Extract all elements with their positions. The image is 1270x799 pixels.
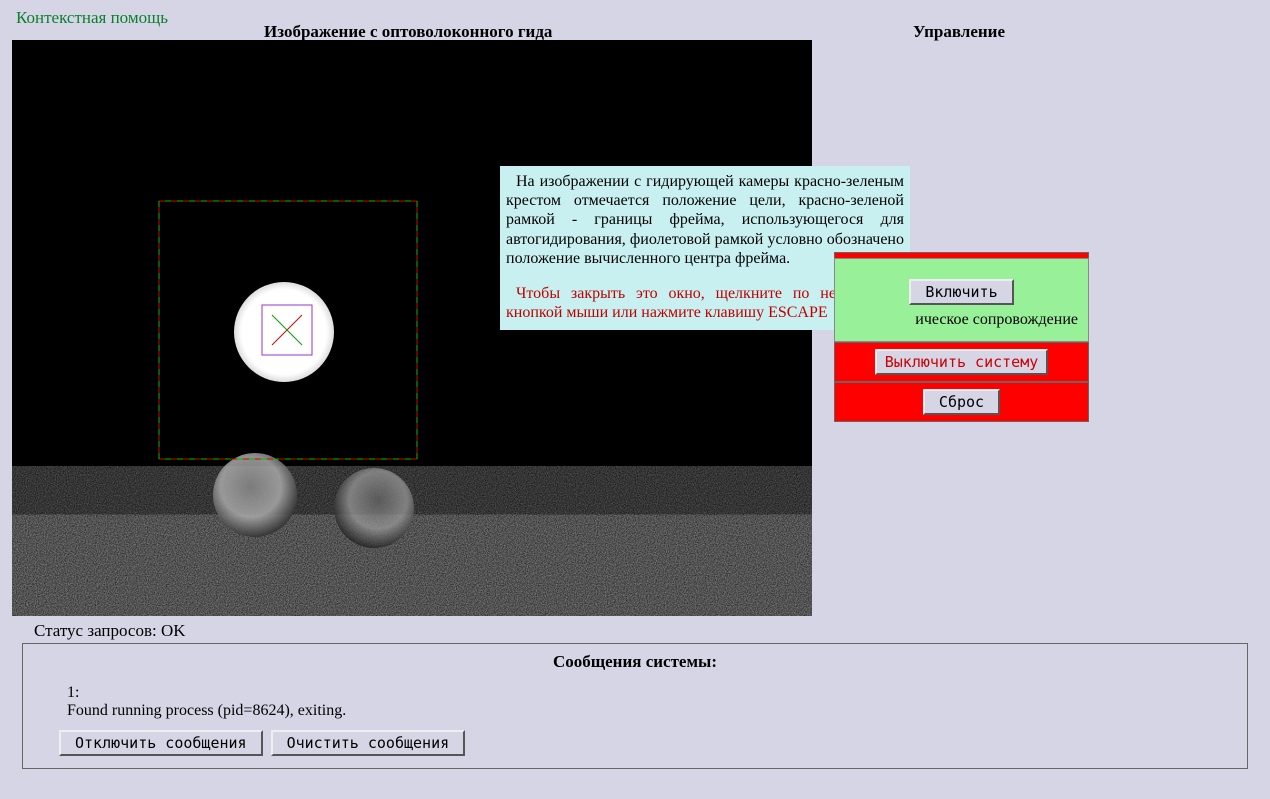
clear-messages-button[interactable]: Очистить сообщения [271, 730, 466, 756]
messages-panel: Сообщения системы: 1: Found running proc… [22, 643, 1248, 769]
control-title: Управление [913, 22, 1005, 42]
status-line: Статус запросов: OK [34, 621, 186, 641]
control-panel: Включить ическое сопровождение Выключить… [834, 252, 1089, 422]
disable-messages-button[interactable]: Отключить сообщения [59, 730, 263, 756]
image-title: Изображение с оптоволоконного гида [264, 22, 552, 42]
enable-button[interactable]: Включить [909, 279, 1013, 305]
message-number: 1: [67, 684, 1231, 702]
message-text: Found running process (pid=8624), exitin… [67, 702, 1231, 720]
messages-title: Сообщения системы: [39, 652, 1231, 672]
auto-track-label: ическое сопровождение [915, 311, 1078, 329]
context-help-link[interactable]: Контекстная помощь [16, 8, 168, 28]
message-entry: 1: Found running process (pid=8624), exi… [67, 684, 1231, 720]
shutdown-button[interactable]: Выключить систему [875, 349, 1049, 375]
reset-button[interactable]: Сброс [923, 389, 1000, 415]
